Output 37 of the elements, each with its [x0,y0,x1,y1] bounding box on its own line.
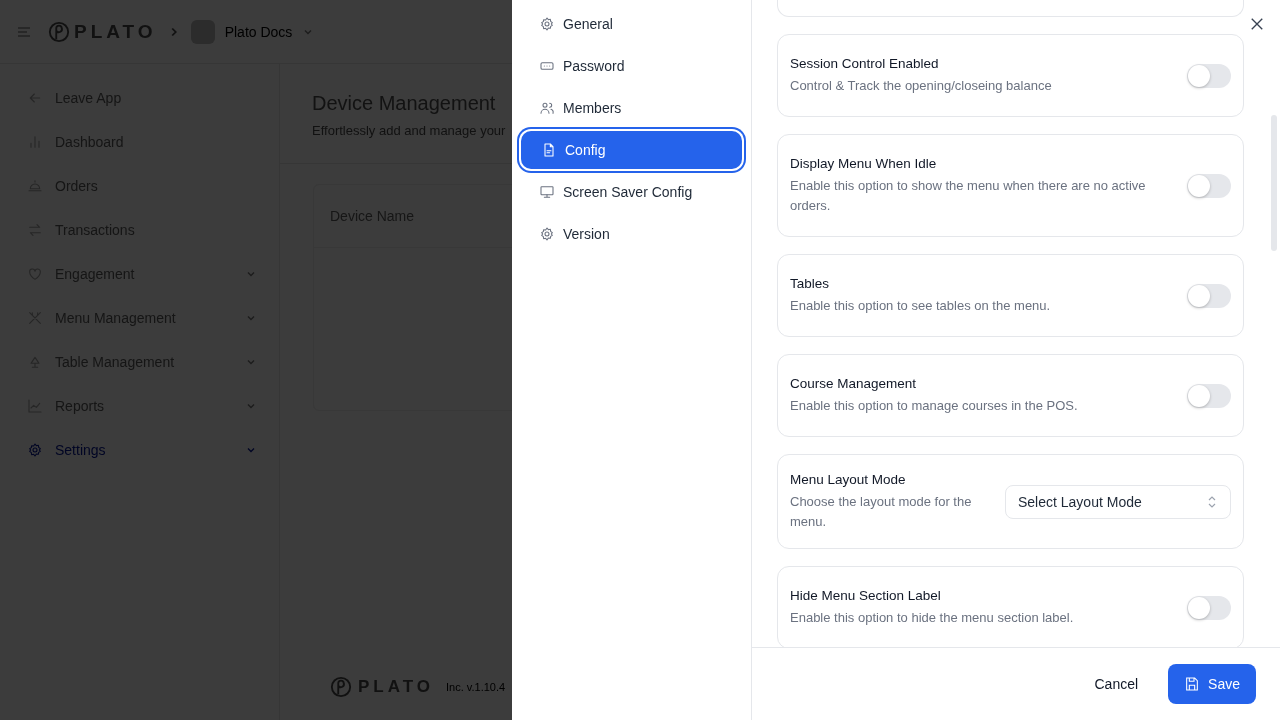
setting-title: Tables [790,275,831,293]
setting-description: Enable this option to hide the menu section label. [790,609,1075,627]
monitor-icon [539,184,555,200]
scrollbar[interactable] [1271,115,1277,251]
settings-nav-item[interactable]: General [519,5,744,43]
sidebar-item[interactable]: Settings [0,428,279,472]
setting-description: Enable this option to see tables on the menu. [790,297,1052,315]
document-icon [541,142,557,158]
sort-arrows-icon [1206,494,1218,509]
setting-title: Course Management [790,375,918,393]
settings-nav-item[interactable]: Password [519,47,744,85]
settings-icon [539,16,555,32]
setting-title: Menu Layout Mode [790,471,907,489]
users-icon [539,100,555,116]
logo-icon [330,676,352,698]
save-icon [1184,676,1201,692]
settings-icon [27,442,43,458]
toggle-switch[interactable] [1187,283,1231,308]
settings-icon [539,226,555,242]
save-button[interactable]: Save [1168,664,1256,704]
setting-description: Choose the layout mode for the menu. [790,493,973,531]
toggle-switch[interactable] [1187,63,1231,88]
toggle-switch[interactable] [1187,595,1231,620]
toggle-switch[interactable] [1187,173,1231,198]
cancel-button[interactable]: Cancel [1090,668,1143,700]
setting-title: Hide Menu Section Label [790,587,942,605]
version-text: Inc. v.1.10.4 [446,681,506,693]
layout-select[interactable]: Select Layout Mode [1005,484,1231,519]
setting-description: Enable this option to show the menu when there are no active orders. [790,177,1147,215]
setting-description: Enable this option to manage courses in the POS. [790,397,1079,415]
setting-title: Session Control Enabled [790,55,940,73]
toggle-switch[interactable] [1187,383,1231,408]
logo-icon [48,20,70,43]
settings-nav-item[interactable]: Members [519,89,744,127]
setting-description: Control & Track the opening/closeing balance [790,77,1053,95]
workspace-name[interactable]: Plato Docs [224,23,293,40]
setting-title: Display Menu When Idle [790,155,938,173]
